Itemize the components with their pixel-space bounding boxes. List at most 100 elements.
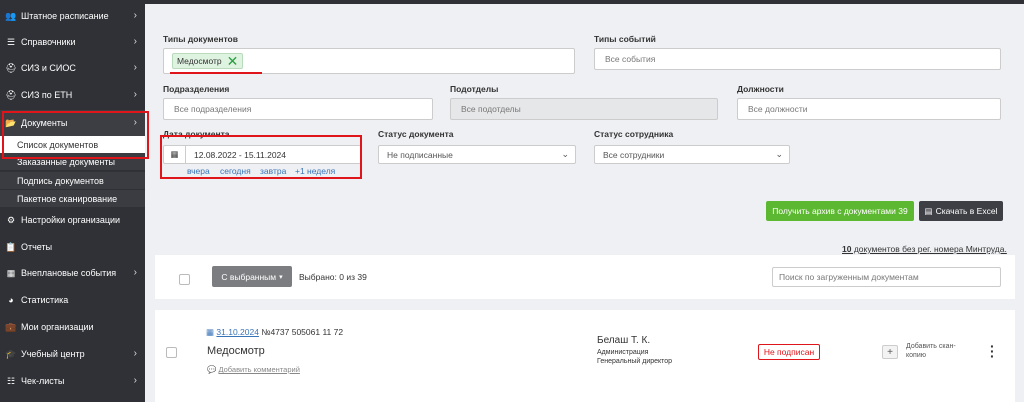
subdivisions-input: Все подотделы	[450, 98, 718, 120]
chevron-right-icon: ›	[133, 10, 137, 21]
doc-status-select[interactable]: Не подписанные ⌄	[378, 145, 576, 164]
registration-notice[interactable]: 10 документов без рег. номера Минтруда.	[842, 244, 1007, 254]
doc-number: №4737 505061 11 72	[261, 327, 344, 337]
doc-type-tag-label: Медосмотр	[177, 56, 222, 66]
chevron-right-icon: ›	[133, 267, 137, 278]
event-types-input[interactable]: Все события	[594, 48, 1001, 70]
sidebar-item-label: Штатное расписание	[21, 11, 109, 21]
sidebar-item-label: Мои организации	[21, 322, 94, 332]
sidebar-subitem-label: Подпись документов	[17, 175, 104, 186]
positions-input[interactable]: Все должности	[737, 98, 1001, 120]
users-icon: 👥	[5, 10, 17, 21]
employee-name[interactable]: Белаш Т. К.	[597, 335, 650, 346]
sidebar-item-label: СИЗ по ЕТН	[21, 90, 73, 100]
sidebar-subitem-batch-scanning[interactable]: Пакетное сканирование	[0, 190, 145, 207]
comment-icon: 💬	[207, 365, 217, 374]
row-checkbox[interactable]	[166, 347, 177, 358]
doc-title[interactable]: Медосмотр	[207, 345, 265, 357]
sidebar-subitem-document-signing[interactable]: Подпись документов	[0, 172, 145, 189]
doc-status-label: Статус документа	[378, 129, 454, 139]
checklist-icon: ☷	[6, 375, 16, 386]
highlight-underline	[170, 72, 262, 74]
employee-status-label: Статус сотрудника	[594, 129, 674, 139]
employee-position: Генеральный директор	[597, 358, 673, 365]
caret-down-icon: ▾	[279, 273, 283, 281]
sidebar-item-label: СИЗ и СИОС	[21, 63, 76, 73]
doc-types-label: Типы документов	[163, 34, 238, 44]
chevron-down-icon: ⌄	[775, 149, 783, 159]
subdivisions-label: Подотделы	[450, 84, 499, 94]
sidebar-subitem-label: Пакетное сканирование	[17, 193, 118, 204]
sidebar-item-siz-sios[interactable]: ⛑ СИЗ и СИОС ›	[0, 55, 145, 81]
sidebar-item-unplanned-events[interactable]: ▦ Внеплановые события ›	[0, 260, 145, 286]
sidebar-item-org-settings[interactable]: ⚙ Настройки организации	[0, 207, 145, 233]
pie-chart-icon: ◕	[8, 295, 14, 305]
graduation-cap-icon: 🎓	[5, 348, 17, 359]
chevron-down-icon: ⌄	[561, 149, 569, 159]
bulk-action-label: С выбранным	[221, 271, 277, 282]
calendar-icon: ▦	[206, 327, 215, 337]
chevron-right-icon: ›	[133, 62, 137, 73]
clipboard-icon: 📋	[5, 241, 17, 252]
event-types-label: Типы событий	[594, 34, 656, 44]
status-badge-label: Не подписан	[763, 347, 815, 357]
list-icon: ☰	[6, 36, 16, 47]
sidebar-item-reports[interactable]: 📋 Отчеты	[0, 234, 145, 260]
sidebar-item-my-organizations[interactable]: 💼 Мои организации	[0, 314, 145, 340]
add-comment-label: Добавить комментарий	[218, 365, 300, 374]
divisions-input[interactable]: Все подразделения	[163, 98, 433, 120]
archive-button[interactable]: Получить архив с документами 39	[766, 201, 914, 221]
subdivisions-placeholder: Все подотделы	[461, 104, 521, 114]
doc-date[interactable]: 31.10.2024	[216, 327, 259, 337]
doc-type-tag: Медосмотр ✕	[172, 53, 244, 69]
sidebar-item-label: Настройки организации	[21, 215, 121, 225]
sidebar-item-statistics[interactable]: ◕ Статистика	[0, 287, 145, 313]
divisions-placeholder: Все подразделения	[174, 104, 252, 114]
chevron-right-icon: ›	[133, 89, 137, 100]
excel-button[interactable]: ▤ Скачать в Excel	[919, 201, 1003, 221]
sidebar-item-siz-etn[interactable]: ⛑ СИЗ по ЕТН ›	[0, 82, 145, 108]
doc-status-value: Не подписанные	[387, 149, 453, 160]
bulk-action-button[interactable]: С выбранным ▾	[212, 266, 292, 287]
search-input[interactable]: Поиск по загруженным документам	[772, 267, 1001, 287]
employee-status-value: Все сотрудники	[603, 149, 665, 160]
status-badge: Не подписан	[758, 344, 820, 360]
add-scan-label: Добавить скан-копию	[906, 343, 956, 359]
sidebar-item-label: Отчеты	[21, 242, 53, 252]
file-excel-icon: ▤	[924, 205, 933, 216]
positions-label: Должности	[737, 84, 784, 94]
list-toolbar: С выбранным ▾ Выбрано: 0 из 39 Поиск по …	[155, 255, 1015, 299]
search-placeholder: Поиск по загруженным документам	[779, 272, 919, 282]
select-all-checkbox[interactable]	[179, 274, 190, 285]
notice-text: документов без рег. номера Минтруда.	[851, 244, 1007, 254]
chevron-right-icon: ›	[133, 375, 137, 386]
doc-types-input[interactable]: Медосмотр ✕	[163, 48, 575, 74]
briefcase-icon: 💼	[5, 321, 17, 332]
sidebar-item-directories[interactable]: ☰ Справочники ›	[0, 29, 145, 55]
top-bar	[145, 0, 1024, 4]
excel-button-label: Скачать в Excel	[935, 206, 998, 216]
document-row: ▦ 31.10.2024 №4737 505061 11 72 Медосмот…	[155, 310, 1015, 402]
sidebar-item-label: Справочники	[21, 37, 76, 47]
archive-button-label: Получить архив с документами 39	[772, 206, 908, 216]
chevron-right-icon: ›	[133, 348, 137, 359]
add-comment-link[interactable]: 💬 Добавить комментарий	[207, 365, 300, 374]
more-options-icon[interactable]: · · ·	[990, 339, 995, 363]
gear-icon: ⚙	[6, 214, 16, 225]
highlight-box-date	[160, 135, 362, 179]
add-scan-button[interactable]: +	[882, 345, 898, 359]
sidebar-item-checklists[interactable]: ☷ Чек-листы ›	[0, 368, 145, 394]
helmet-icon: ⛑	[5, 62, 17, 73]
employee-status-select[interactable]: Все сотрудники ⌄	[594, 145, 790, 164]
sidebar-item-label: Внеплановые события	[21, 268, 117, 278]
calendar-icon: ▦	[6, 267, 16, 278]
close-icon[interactable]: ✕	[227, 54, 239, 68]
divisions-label: Подразделения	[163, 84, 230, 94]
sidebar: 👥 Штатное расписание › ☰ Справочники › ⛑…	[0, 0, 145, 402]
selected-count: Выбрано: 0 из 39	[299, 272, 367, 282]
helmet-icon: ⛑	[5, 89, 17, 100]
sidebar-item-training-center[interactable]: 🎓 Учебный центр ›	[0, 341, 145, 367]
sidebar-item-label: Учебный центр	[21, 349, 85, 359]
sidebar-item-staff-schedule[interactable]: 👥 Штатное расписание ›	[0, 3, 145, 29]
sidebar-item-label: Чек-листы	[21, 376, 65, 386]
